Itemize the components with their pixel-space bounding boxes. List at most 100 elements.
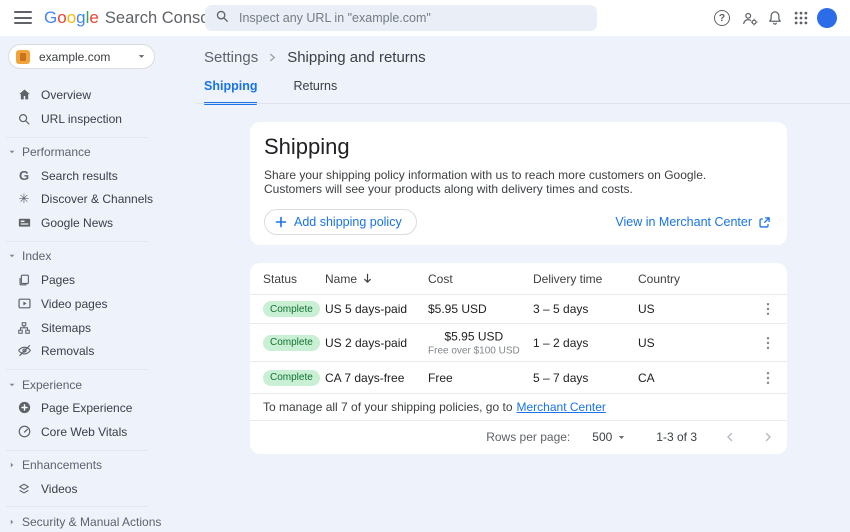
column-delivery-time[interactable]: Delivery time [533, 272, 602, 286]
divider [6, 450, 148, 451]
column-name[interactable]: Name [325, 272, 373, 286]
add-shipping-policy-label: Add shipping policy [294, 215, 402, 229]
search-input[interactable] [239, 11, 587, 25]
page-title: Shipping [264, 134, 350, 160]
row-menu-kebab-icon[interactable] [758, 371, 778, 385]
cost-cell: $5.95 USD Free over $100 USD [428, 329, 520, 356]
country-cell: CA [638, 371, 655, 385]
status-badge: Complete [263, 335, 320, 351]
sidebar-item-discover-channels[interactable]: ✳ Discover & Channels [0, 190, 196, 207]
country-cell: US [638, 336, 655, 350]
cost-note: Free over $100 USD [428, 345, 520, 356]
status-badge: Complete [263, 370, 320, 386]
status-cell: Complete [263, 301, 320, 317]
column-name-label: Name [325, 272, 357, 286]
table-row: Complete US 2 days-paid $5.95 USD Free o… [250, 324, 787, 362]
merchant-center-link[interactable]: Merchant Center [517, 400, 606, 414]
add-shipping-policy-button[interactable]: Add shipping policy [264, 209, 417, 235]
breadcrumb-settings[interactable]: Settings [204, 49, 258, 66]
sidebar-item-label: Discover & Channels [41, 192, 153, 206]
rows-per-page-select[interactable]: 500 [592, 430, 626, 444]
logo-letter: o [67, 8, 76, 28]
chevron-down-icon [8, 381, 16, 389]
sidebar-item-search-results[interactable]: G Search results [0, 167, 196, 184]
sidebar-item-label: Video pages [41, 297, 108, 311]
divider [6, 369, 148, 370]
sidebar-item-page-experience[interactable]: Page Experience [0, 399, 196, 416]
breadcrumb-current: Shipping and returns [287, 49, 425, 66]
sidebar-item-label: Page Experience [41, 401, 132, 415]
url-inspect-searchbar[interactable] [205, 5, 597, 31]
sidebar-item-label: Pages [41, 273, 75, 287]
help-icon[interactable]: ? [713, 9, 731, 27]
tab-bar: Shipping Returns [204, 79, 373, 105]
tab-shipping[interactable]: Shipping [204, 79, 257, 105]
logo-letter: g [76, 8, 85, 28]
news-icon [16, 215, 32, 231]
sidebar-section-index[interactable]: Index [0, 248, 196, 263]
chevron-down-icon [8, 148, 16, 156]
sidebar-item-overview[interactable]: Overview [0, 86, 196, 103]
row-menu-kebab-icon[interactable] [758, 336, 778, 350]
sidebar-section-performance[interactable]: Performance [0, 144, 196, 159]
sidebar-item-label: Core Web Vitals [41, 425, 127, 439]
column-status[interactable]: Status [263, 272, 297, 286]
home-icon [16, 87, 32, 103]
sidebar-item-url-inspection[interactable]: URL inspection [0, 110, 196, 127]
sparkle-icon: ✳ [16, 191, 32, 207]
sidebar-item-removals[interactable]: Removals [0, 342, 196, 359]
sidebar-item-pages[interactable]: Pages [0, 271, 196, 288]
layers-icon [16, 481, 32, 497]
sidebar-item-videos[interactable]: Videos [0, 480, 196, 497]
status-badge: Complete [263, 301, 320, 317]
footer-note-text: To manage all 7 of your shipping policie… [263, 400, 513, 414]
name-cell: CA 7 days-free [325, 371, 404, 385]
view-in-merchant-center-link[interactable]: View in Merchant Center [615, 215, 771, 229]
delivery-cell: 1 – 2 days [533, 336, 588, 350]
divider [196, 103, 850, 104]
sidebar-item-core-web-vitals[interactable]: Core Web Vitals [0, 423, 196, 440]
next-page-icon[interactable] [763, 432, 773, 442]
property-label: example.com [39, 50, 137, 64]
column-country[interactable]: Country [638, 272, 680, 286]
plus-icon [275, 216, 287, 228]
sidebar-section-label: Enhancements [22, 458, 102, 472]
sidebar-item-video-pages[interactable]: Video pages [0, 295, 196, 312]
logo[interactable]: Google Search Console [44, 8, 222, 28]
status-cell: Complete [263, 370, 320, 386]
menu-icon[interactable] [14, 11, 32, 25]
apps-grid-icon[interactable] [792, 9, 810, 27]
divider [6, 241, 148, 242]
sidebar-section-label: Security & Manual Actions [22, 515, 161, 529]
chevron-down-icon [137, 48, 146, 66]
sidebar-section-security-manual-actions[interactable]: Security & Manual Actions [0, 514, 196, 529]
sidebar-item-google-news[interactable]: Google News [0, 214, 196, 231]
previous-page-icon[interactable] [725, 432, 735, 442]
sidebar-section-experience[interactable]: Experience [0, 377, 196, 392]
sitemap-icon [16, 320, 32, 336]
row-menu-kebab-icon[interactable] [758, 302, 778, 316]
pagination-bar: Rows per page: 500 1-3 of 3 [250, 421, 787, 453]
name-cell: US 5 days-paid [325, 302, 407, 316]
sidebar-section-label: Experience [22, 378, 82, 392]
sidebar-section-enhancements[interactable]: Enhancements [0, 457, 196, 472]
description-line-2: Customers will see your products along w… [264, 182, 633, 196]
tab-returns[interactable]: Returns [293, 79, 337, 105]
account-settings-icon[interactable] [741, 9, 759, 27]
chevron-right-icon [268, 53, 277, 62]
property-icon [16, 50, 30, 64]
chevron-down-icon [617, 433, 626, 442]
sidebar: example.com Overview URL inspection Perf… [0, 36, 196, 532]
chevron-right-icon [8, 461, 16, 469]
name-cell: US 2 days-paid [325, 336, 407, 350]
avatar[interactable] [817, 8, 837, 28]
logo-letter: G [44, 8, 57, 28]
gauge-icon [16, 424, 32, 440]
breadcrumb: Settings Shipping and returns [204, 49, 426, 66]
sidebar-item-sitemaps[interactable]: Sitemaps [0, 319, 196, 336]
column-cost[interactable]: Cost [428, 272, 453, 286]
sidebar-section-label: Performance [22, 145, 91, 159]
property-selector[interactable]: example.com [8, 44, 155, 69]
table-row: Complete CA 7 days-free Free 5 – 7 days … [250, 362, 787, 394]
notifications-icon[interactable] [766, 9, 784, 27]
